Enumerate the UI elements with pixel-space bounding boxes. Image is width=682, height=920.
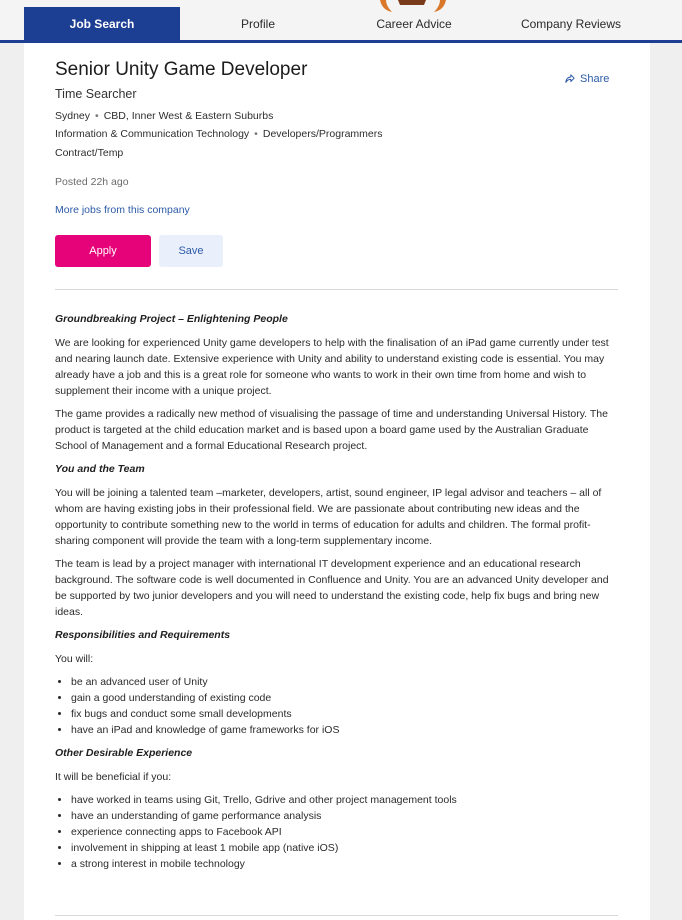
paragraph: The team is lead by a project manager wi… — [55, 558, 609, 618]
tab-job-search[interactable]: Job Search — [24, 7, 180, 40]
tab-profile[interactable]: Profile — [180, 7, 336, 40]
job-title: Senior Unity Game Developer — [55, 59, 308, 80]
list-item: gain a good understanding of existing co… — [71, 690, 620, 706]
list-item: fix bugs and conduct some small developm… — [71, 706, 620, 722]
list-item: have an understanding of game performanc… — [71, 808, 620, 824]
mascot-icon — [380, 0, 446, 12]
subclassification: Developers/Programmers — [262, 128, 383, 140]
list-item: be an advanced user of Unity — [71, 674, 620, 690]
location: Sydney — [55, 110, 91, 122]
top-navigation: Job Search Profile Career Advice Company… — [0, 0, 682, 43]
posted-time: Posted 22h ago — [55, 176, 129, 188]
section-heading: Other Desirable Experience — [55, 747, 193, 759]
requirements-list: be an advanced user of Unity gain a good… — [55, 674, 620, 738]
classification-line: Information & Communication Technology • D… — [55, 128, 382, 140]
separator-dot: • — [95, 110, 99, 122]
list-item: experience connecting apps to Facebook A… — [71, 824, 620, 840]
save-button[interactable]: Save — [159, 235, 223, 267]
paragraph: It will be beneficial if you: — [55, 771, 172, 783]
job-details-card: Senior Unity Game Developer Time Searche… — [24, 43, 650, 920]
share-label: Share — [580, 73, 610, 85]
apply-button[interactable]: Apply — [55, 235, 151, 267]
job-description: Groundbreaking Project – Enlightening Pe… — [55, 311, 620, 879]
list-item: a strong interest in mobile technology — [71, 856, 620, 872]
tab-company-reviews[interactable]: Company Reviews — [492, 7, 650, 40]
divider — [55, 289, 618, 290]
list-item: involvement in shipping at least 1 mobil… — [71, 840, 620, 856]
paragraph: The game provides a radically new method… — [55, 408, 608, 452]
list-item: have worked in teams using Git, Trello, … — [71, 792, 620, 808]
separator-dot: • — [254, 128, 258, 140]
classification: Information & Communication Technology — [55, 128, 250, 140]
share-arrow-icon — [565, 74, 575, 83]
company-name: Time Searcher — [55, 87, 137, 101]
location-line: Sydney • CBD, Inner West & Eastern Suburbs — [55, 110, 273, 122]
section-heading: Responsibilities and Requirements — [55, 629, 231, 641]
work-type: Contract/Temp — [55, 147, 124, 159]
area: CBD, Inner West & Eastern Suburbs — [103, 110, 274, 122]
list-item: have an iPad and knowledge of game frame… — [71, 722, 620, 738]
section-heading: Groundbreaking Project – Enlightening Pe… — [55, 313, 288, 325]
paragraph: You will: — [55, 653, 94, 665]
paragraph: We are looking for experienced Unity gam… — [55, 337, 609, 397]
desirable-list: have worked in teams using Git, Trello, … — [55, 792, 620, 872]
more-jobs-link[interactable]: More jobs from this company — [55, 204, 190, 216]
section-heading: You and the Team — [55, 463, 145, 475]
divider — [55, 915, 618, 916]
share-button[interactable]: Share — [565, 73, 609, 85]
paragraph: You will be joining a talented team –mar… — [55, 487, 602, 547]
